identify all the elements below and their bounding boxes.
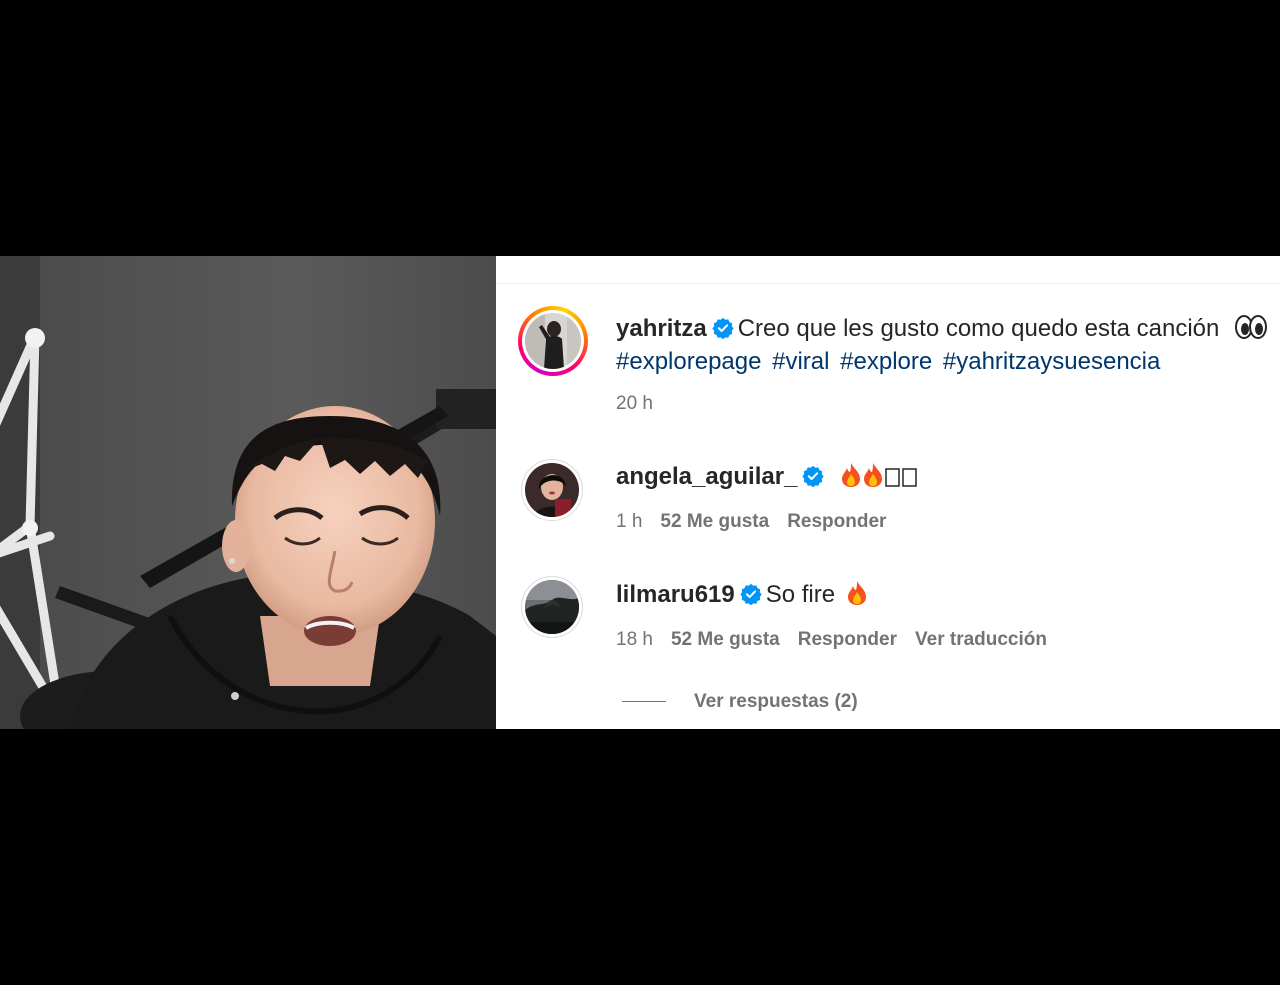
comment-line: angela_aguilar_ (616, 462, 918, 492)
comment-line: lilmaru619 So fire (616, 580, 868, 610)
view-replies-button[interactable]: Ver respuestas (2) (622, 691, 858, 713)
comment-avatar-lilmaru[interactable] (521, 576, 583, 638)
reply-button[interactable]: Responder (798, 629, 897, 650)
hashtag-link[interactable]: #yahritzaysuesencia (943, 348, 1160, 375)
comment-meta: 18 h 52 Me gusta Responder Ver traducción (616, 629, 1065, 651)
comment-likes[interactable]: 52 Me gusta (671, 629, 780, 650)
post-hashtags: #explorepage #viral #explore #yahritzays… (616, 348, 1164, 376)
commenter-avatar (525, 463, 579, 517)
author-avatar (525, 313, 581, 369)
comment-time[interactable]: 18 h (616, 629, 653, 650)
missing-glyph-icon (884, 468, 917, 487)
video-frame[interactable] (0, 256, 496, 729)
replies-dash (622, 701, 666, 703)
video-image (0, 256, 496, 729)
hashtag-link[interactable]: #viral (772, 348, 829, 375)
comment-author-username[interactable]: lilmaru619 (616, 581, 735, 608)
post-meta: 20 h (616, 393, 671, 415)
divider (496, 283, 1280, 284)
fire-emoji-icon (863, 463, 882, 487)
verified-badge-icon (712, 317, 734, 339)
verified-badge-icon (802, 465, 825, 487)
screenshot-frame: yahritza Creo que les gusto como quedo es… (0, 256, 1280, 729)
post-caption-line: yahritza Creo que les gusto como quedo es… (616, 314, 1267, 344)
comment-meta: 1 h 52 Me gusta Responder (616, 511, 904, 533)
reply-button[interactable]: Responder (787, 511, 886, 532)
commenter-avatar (525, 580, 579, 634)
eyes-emoji-icon (1234, 315, 1267, 339)
see-translation-button[interactable]: Ver traducción (915, 629, 1047, 650)
view-replies-label: Ver respuestas (2) (694, 691, 858, 712)
post-author-username[interactable]: yahritza (616, 315, 707, 342)
fire-emoji-icon (841, 463, 860, 487)
post-time[interactable]: 20 h (616, 393, 653, 414)
author-avatar-story-ring[interactable] (518, 306, 588, 376)
comment-time[interactable]: 1 h (616, 511, 642, 532)
verified-badge-icon (740, 583, 762, 605)
comment-avatar-angela[interactable] (521, 459, 583, 521)
fire-emoji-icon (848, 581, 867, 605)
comments-panel: yahritza Creo que les gusto como quedo es… (496, 256, 1280, 729)
post-caption-text: Creo que les gusto como quedo esta canci… (737, 315, 1220, 342)
hashtag-link[interactable]: #explore (840, 348, 932, 375)
hashtag-link[interactable]: #explorepage (616, 348, 761, 375)
comment-likes[interactable]: 52 Me gusta (660, 511, 769, 532)
comment-text: So fire (765, 581, 836, 608)
comment-author-username[interactable]: angela_aguilar_ (616, 463, 797, 490)
